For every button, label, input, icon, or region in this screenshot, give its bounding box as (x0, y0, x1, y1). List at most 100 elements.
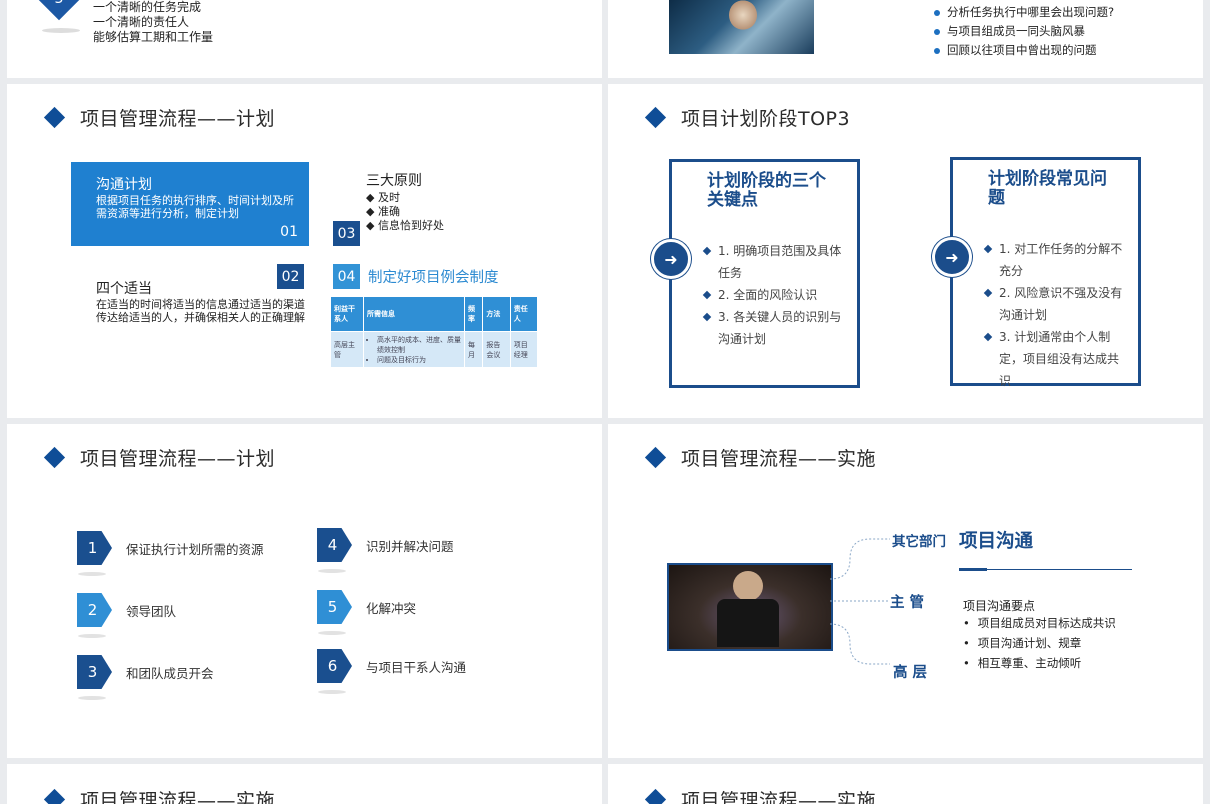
slide-partial-bottom-left[interactable]: 项目管理流程——实施 (7, 764, 602, 804)
step-item: 4 识别并解决问题 (317, 528, 454, 562)
comm-point: 项目组成员对目标达成共识 (963, 613, 1116, 633)
table-header: 方法 (482, 296, 511, 332)
comm-plan-desc: 根据项目任务的执行排序、时间计划及所需资源等进行分析，制定计划 (96, 194, 294, 220)
slide-partial-top-left: 3 一个清晰的任务完成 一个清晰的责任人 能够估算工期和工作量 (7, 0, 602, 78)
info-item: 高水平的成本、进度、质量绩效控制 (377, 335, 461, 355)
slide-title: 项目管理流程——计划 (43, 104, 275, 131)
comm-points-heading: 项目沟通要点 (963, 599, 1036, 613)
table-cell: 每月 (463, 331, 484, 368)
step-shadow (318, 690, 346, 694)
principle-item: ◆ 准确 (366, 205, 400, 218)
meeting-table: 利益干系人 所需信息 频率 方法 责任人 高层主管 高水平的成本、进度、质量绩效… (330, 296, 539, 368)
four-appropriate-desc: 在适当的时间将适当的信息通过适当的渠道传达给适当的人，并确保相关人的正确理解 (96, 298, 305, 324)
table-row: 高层主管 高水平的成本、进度、质量绩效控制 问题及目标行为 每月 报告会议 项目… (330, 331, 539, 368)
key-points-card: 计划阶段的三个关键点 1. 明确项目范围及具体任务 2. 全面的风险认识 3. … (669, 159, 860, 388)
step-badge: 3 (37, 0, 81, 21)
risk-bullet-list: 分析任务执行中哪里会出现问题? 与项目组成员一同头脑风暴 回顾以往项目中曾出现的… (934, 3, 1114, 60)
step-label: 化解冲突 (366, 600, 417, 616)
card-item: 2. 全面的风险认识 (702, 284, 842, 306)
table-header: 利益干系人 (330, 296, 364, 332)
number-badge-02: 02 (277, 264, 304, 289)
label-project-comm: 项目沟通 (959, 531, 1034, 552)
communication-plan-box: 沟通计划 根据项目任务的执行排序、时间计划及所需资源等进行分析，制定计划 01 (71, 162, 309, 246)
principle-item: ◆ 及时 (366, 191, 400, 204)
slide-title: 项目管理流程——计划 (43, 444, 275, 471)
label-manager: 主 管 (890, 595, 925, 611)
badge-shadow (42, 28, 80, 33)
meeting-system-title: 制定好项目例会制度 (368, 270, 499, 286)
divider-accent (959, 568, 987, 571)
step-label: 保证执行计划所需的资源 (126, 541, 264, 557)
arrow-right-icon: ➜ (651, 239, 691, 279)
diamond-icon (644, 106, 667, 129)
comm-plan-heading: 沟通计划 (96, 177, 152, 193)
card-item: 1. 明确项目范围及具体任务 (702, 240, 842, 284)
connector-lines (830, 538, 890, 665)
principles-heading: 三大原则 (366, 173, 422, 189)
risk-bullet: 与项目组成员一同头脑风暴 (934, 22, 1114, 41)
step-number-badge: 1 (77, 531, 112, 565)
criteria-line: 一个清晰的任务完成 (93, 0, 202, 14)
step-item: 1 保证执行计划所需的资源 (77, 531, 264, 565)
three-principles: 三大原则 ◆ 及时 ◆ 准确 ◆ 信息恰到好处 (366, 174, 444, 233)
label-other-dept: 其它部门 (892, 534, 946, 550)
businessman-photo (667, 563, 833, 651)
slide-plan-communication[interactable]: 项目管理流程——计划 沟通计划 根据项目任务的执行排序、时间计划及所需资源等进行… (7, 84, 602, 418)
step-item: 6 与项目干系人沟通 (317, 649, 466, 683)
info-item: 问题及目标行为 (377, 355, 461, 365)
criteria-line: 能够估算工期和工作量 (93, 30, 214, 44)
label-senior: 高 层 (893, 665, 928, 681)
business-photo (669, 0, 814, 54)
step-item: 5 化解冲突 (317, 590, 416, 624)
table-header-row: 利益干系人 所需信息 频率 方法 责任人 (330, 296, 539, 332)
table-cell: 项目经理 (509, 331, 539, 368)
card-item: 3. 各关键人员的识别与沟通计划 (702, 306, 842, 350)
principle-item: ◆ 信息恰到好处 (366, 219, 444, 232)
comm-point: 相互尊重、主动倾听 (963, 653, 1116, 673)
step-number-badge: 3 (77, 655, 112, 689)
step-label: 与项目干系人沟通 (366, 659, 467, 675)
slide-title: 项目管理流程——实施 (644, 444, 876, 471)
common-problems-card: 计划阶段常见问题 1. 对工作任务的分解不充分 2. 风险意识不强及没有沟通计划… (950, 157, 1141, 388)
card-item: 3. 计划通常由个人制定，项目组没有达成共识 (983, 326, 1123, 392)
step-item: 2 领导团队 (77, 593, 176, 627)
diamond-icon (644, 788, 667, 804)
step-number-badge: 5 (317, 590, 352, 624)
card-item: 2. 风险意识不强及没有沟通计划 (983, 282, 1123, 326)
slide-partial-top-right: 分析任务执行中哪里会出现问题? 与项目组成员一同头脑风暴 回顾以往项目中曾出现的… (608, 0, 1203, 78)
diamond-icon (43, 106, 66, 129)
comm-point: 项目沟通计划、规章 (963, 633, 1116, 653)
step-number-badge: 2 (77, 593, 112, 627)
slide-plan-steps[interactable]: 项目管理流程——计划 1 保证执行计划所需的资源 2 领导团队 3 和团队成员开… (7, 424, 602, 758)
table-header: 责任人 (509, 296, 539, 332)
four-appropriate-heading: 四个适当 (96, 281, 152, 297)
comm-plan-number: 01 (280, 224, 298, 240)
slide-title: 项目管理流程——实施 (644, 786, 876, 804)
step-number-badge: 6 (317, 649, 352, 683)
criteria-line: 一个清晰的责任人 (93, 15, 190, 29)
table-cell: 高层主管 (330, 331, 364, 368)
risk-bullet: 分析任务执行中哪里会出现问题? (934, 3, 1114, 22)
table-cell: 高水平的成本、进度、质量绩效控制 问题及目标行为 (363, 331, 465, 368)
diamond-icon (43, 788, 66, 804)
diamond-icon (644, 446, 667, 469)
slide-title: 项目管理流程——实施 (43, 786, 275, 804)
table-cell: 报告会议 (482, 331, 511, 368)
number-badge-04: 04 (333, 264, 360, 289)
slide-exec-communication[interactable]: 项目管理流程——实施 其它部门 项目沟通 主 管 高 层 项目沟通要点 项目组成… (608, 424, 1203, 758)
slide-partial-bottom-right[interactable]: 项目管理流程——实施 (608, 764, 1203, 804)
step-shadow (318, 631, 346, 635)
card-item: 1. 对工作任务的分解不充分 (983, 238, 1123, 282)
card-heading: 计划阶段的三个关键点 (707, 171, 826, 210)
diamond-icon (43, 446, 66, 469)
comm-points-list: 项目组成员对目标达成共识 项目沟通计划、规章 相互尊重、主动倾听 (963, 613, 1116, 673)
table-header: 频率 (463, 296, 484, 332)
step-item: 3 和团队成员开会 (77, 655, 214, 689)
slide-plan-top3[interactable]: 项目计划阶段TOP3 计划阶段的三个关键点 1. 明确项目范围及具体任务 2. … (608, 84, 1203, 418)
step-label: 识别并解决问题 (366, 538, 454, 554)
risk-bullet: 回顾以往项目中曾出现的问题 (934, 41, 1114, 60)
number-badge-03: 03 (333, 221, 360, 246)
slide-title: 项目计划阶段TOP3 (644, 104, 850, 131)
table-header: 所需信息 (363, 296, 465, 332)
step-shadow (78, 572, 106, 576)
